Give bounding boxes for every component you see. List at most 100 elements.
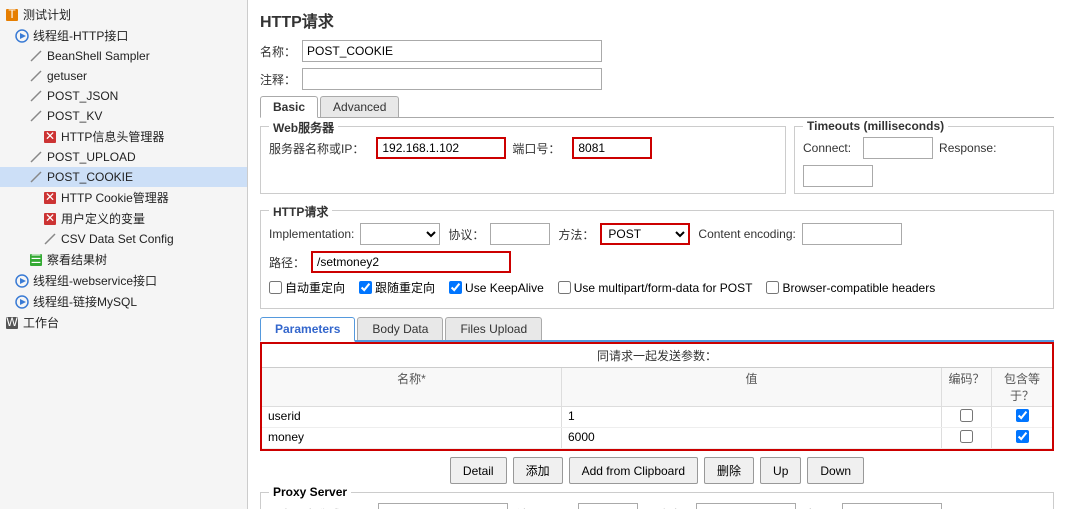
name-row: 名称： [260,40,1054,62]
proxy-port-label: 端口号： [516,506,564,509]
sidebar-item-post-cookie[interactable]: POST_COOKIE [0,167,247,187]
param-encode-cb-1[interactable] [960,430,973,443]
col-include-header: 包含等于？ [992,368,1052,406]
keep-alive-input[interactable] [449,281,462,294]
name-label: 名称： [260,43,296,60]
svg-text:W: W [6,316,18,329]
sidebar-item-threadgroup-http[interactable]: 线程组-HTTP接口 [0,25,247,46]
http-request-title: HTTP请求 [269,203,332,220]
keep-alive-checkbox[interactable]: Use KeepAlive [449,281,544,295]
method-select[interactable]: POST GET PUT DELETE [600,223,690,245]
sidebar-item-user-vars[interactable]: ✕用户定义的变量 [0,208,247,229]
response-label: Response: [939,141,996,155]
tab-basic[interactable]: Basic [260,96,318,118]
proxy-username-input[interactable] [696,503,796,509]
comment-label: 注释： [260,71,296,88]
checkboxes-row: 自动重定向 跟随重定向 Use KeepAlive Use multipart/… [269,279,1045,296]
sidebar-item-label-post-kv: POST_KV [47,109,102,123]
param-value-0: 1 [562,407,942,427]
panel-title: HTTP请求 [260,8,1054,32]
comment-row: 注释： [260,68,1054,90]
follow-redirect-checkbox[interactable]: 跟随重定向 [359,279,435,296]
sidebar-item-threadgroup-web[interactable]: 线程组-webservice接口 [0,270,247,291]
delete-button[interactable]: 删除 [704,457,754,484]
inner-tab-body-data[interactable]: Body Data [357,317,443,340]
web-server-title: Web服务器 [269,119,338,136]
up-button[interactable]: Up [760,457,801,484]
threadgroup-icon [14,28,30,44]
auto-redirect-checkbox[interactable]: 自动重定向 [269,279,345,296]
path-input[interactable] [311,251,511,273]
threadgroup-icon [14,273,30,289]
proxy-password-input[interactable] [842,503,942,509]
param-include-cb-1[interactable] [1016,430,1029,443]
proxy-section: Proxy Server 服务器名称或IP： 端口号： 用户名 密码 [260,492,1054,509]
auto-redirect-label: 自动重定向 [285,279,345,296]
browser-headers-input[interactable] [766,281,779,294]
sidebar-item-label-workbench: 工作台 [23,314,59,331]
sidebar-item-csv-config[interactable]: CSV Data Set Config [0,229,247,249]
sidebar-item-label-csv-config: CSV Data Set Config [61,232,174,246]
server-input[interactable] [376,137,506,159]
main-tabs-bar: BasicAdvanced [260,96,1054,118]
svg-text:T: T [8,8,16,21]
sidebar-item-post-json[interactable]: POST_JSON [0,86,247,106]
multipart-input[interactable] [558,281,571,294]
threadgroup-icon [14,294,30,310]
sidebar-item-label-post-json: POST_JSON [47,89,118,103]
testplan-icon: T [4,7,20,23]
sidebar-item-threadgroup-mysql[interactable]: 线程组-链接MySQL [0,291,247,312]
comment-input[interactable] [302,68,602,90]
impl-select[interactable] [360,223,440,245]
method-label: 方法： [558,226,594,243]
multipart-checkbox[interactable]: Use multipart/form-data for POST [558,281,753,295]
sidebar-item-label-threadgroup-mysql: 线程组-链接MySQL [33,293,137,310]
sidebar-item-http-cookie[interactable]: ✕HTTP Cookie管理器 [0,187,247,208]
auto-redirect-input[interactable] [269,281,282,294]
param-row-1[interactable]: money 6000 [262,428,1052,449]
param-include-cb-0[interactable] [1016,409,1029,422]
param-include-1[interactable] [992,428,1052,448]
response-input[interactable] [803,165,873,187]
sidebar-item-getuser[interactable]: getuser [0,66,247,86]
add-clipboard-button[interactable]: Add from Clipboard [569,457,698,484]
add-button[interactable]: 添加 [513,457,563,484]
proxy-port-input[interactable] [578,503,638,509]
param-include-0[interactable] [992,407,1052,427]
down-button[interactable]: Down [807,457,864,484]
action-buttons: Detail 添加 Add from Clipboard 删除 Up Down [260,457,1054,484]
sidebar-item-http-header[interactable]: ✕HTTP信息头管理器 [0,126,247,147]
detail-button[interactable]: Detail [450,457,507,484]
param-encode-0[interactable] [942,407,992,427]
inner-tab-parameters[interactable]: Parameters [260,317,355,342]
listener-icon: ☰ [28,252,44,268]
timeouts-title: Timeouts (milliseconds) [803,119,948,133]
tab-advanced[interactable]: Advanced [320,96,399,117]
param-encode-1[interactable] [942,428,992,448]
sidebar-item-beanshell[interactable]: BeanShell Sampler [0,46,247,66]
sidebar-item-testplan[interactable]: T测试计划 [0,4,247,25]
name-input[interactable] [302,40,602,62]
param-name-0: userid [262,407,562,427]
browser-headers-checkbox[interactable]: Browser-compatible headers [766,281,935,295]
follow-redirect-input[interactable] [359,281,372,294]
http-icon [28,88,44,104]
inner-tab-files-upload[interactable]: Files Upload [445,317,542,340]
port-input[interactable] [572,137,652,159]
sidebar-item-workbench[interactable]: W 工作台 [0,312,247,333]
proto-input[interactable] [490,223,550,245]
sidebar-item-label-result-tree: 察看结果树 [47,251,107,268]
sidebar-item-post-upload[interactable]: POST_UPLOAD [0,147,247,167]
svg-text:✕: ✕ [45,191,55,204]
proxy-server-input[interactable] [378,503,508,509]
connect-input[interactable] [863,137,933,159]
encoding-label: Content encoding: [698,227,795,241]
sidebar-item-result-tree[interactable]: ☰察看结果树 [0,249,247,270]
param-name-1: money [262,428,562,448]
path-label: 路径： [269,254,305,271]
sidebar-item-label-threadgroup-web: 线程组-webservice接口 [33,272,157,289]
sidebar-item-post-kv[interactable]: POST_KV [0,106,247,126]
param-encode-cb-0[interactable] [960,409,973,422]
param-row-0[interactable]: userid 1 [262,407,1052,428]
encoding-input[interactable] [802,223,902,245]
